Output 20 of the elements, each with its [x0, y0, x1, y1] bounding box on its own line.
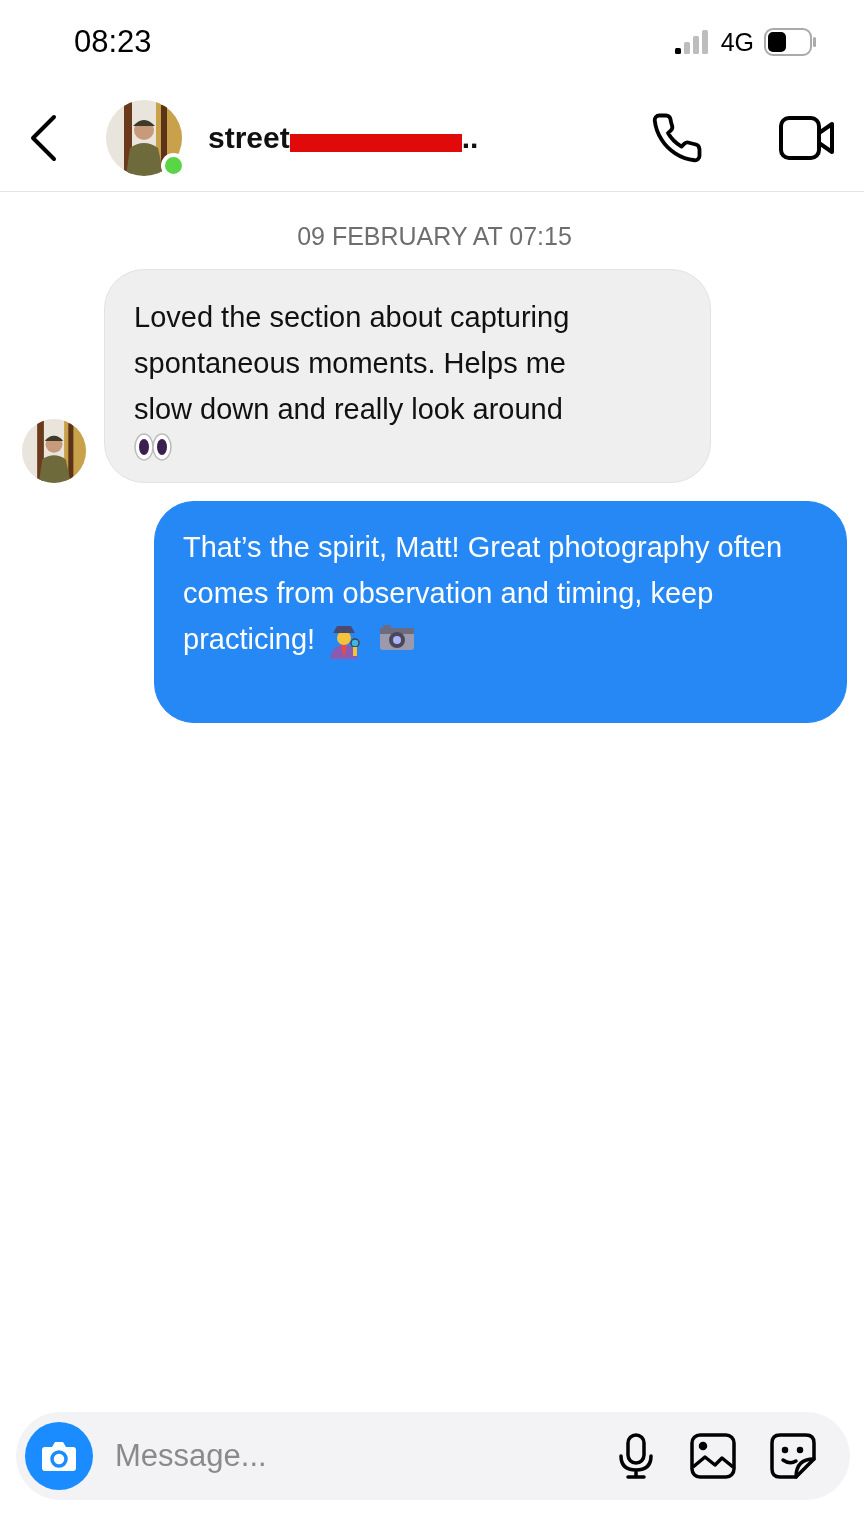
camera-icon [41, 1440, 77, 1472]
battery-icon [764, 28, 818, 56]
message-field[interactable]: Message... [16, 1412, 850, 1500]
username-ellipsis: .. [461, 120, 479, 155]
detective-icon [327, 623, 362, 660]
signal-icon [674, 30, 711, 54]
back-button[interactable] [28, 113, 58, 162]
date-divider: 09 FEBRUARY AT 07:15 [296, 222, 573, 251]
camera-icon [379, 623, 416, 652]
username: street [208, 120, 290, 155]
message-input[interactable]: Message... [113, 1437, 616, 1475]
sticker-button[interactable] [770, 1433, 816, 1479]
network-label: 4G [720, 27, 754, 57]
microphone-button[interactable] [616, 1432, 656, 1480]
received-message: Loved the section about capturing spontaneous moments. Helps me slow down and really look around [104, 269, 711, 483]
sent-message: That’s the spirit, Matt! Great photography often comes from observation and timing, keep practicing! [154, 501, 847, 723]
status-time: 08:23 [74, 24, 152, 60]
camera-button[interactable] [25, 1422, 93, 1490]
gallery-button[interactable] [690, 1433, 736, 1479]
eyes-icon [134, 432, 172, 462]
